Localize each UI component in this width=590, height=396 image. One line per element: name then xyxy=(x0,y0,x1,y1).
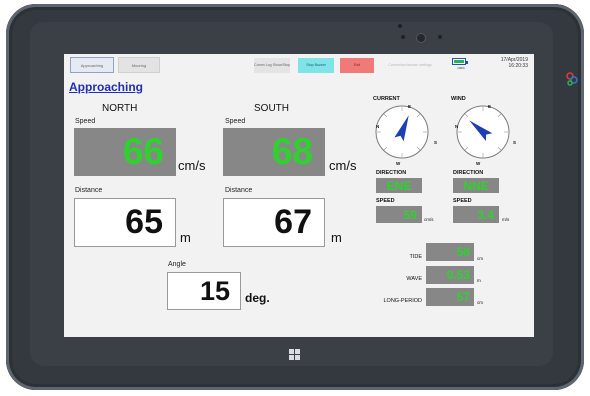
current-speed-value: 59 xyxy=(376,206,422,223)
current-title: CURRENT xyxy=(373,96,400,102)
north-distance-unit: m xyxy=(180,230,191,245)
wave-label: WAVE xyxy=(406,276,422,282)
wave-unit: m xyxy=(477,278,481,283)
sensor-icon xyxy=(438,35,442,39)
datetime: 17/Apr/2019 16:20:33 xyxy=(478,57,528,69)
tide-value: 58 xyxy=(426,243,474,261)
tide-unit: cm xyxy=(477,256,483,261)
comm-log-button[interactable]: Comm Log Show/Stop xyxy=(254,58,290,73)
north-title: NORTH xyxy=(102,103,138,114)
south-title: SOUTH xyxy=(254,103,289,114)
north-speed-label: Speed xyxy=(75,118,96,125)
wave-value: 0.53 xyxy=(426,266,474,284)
long-period-label: LONG-PERIOD xyxy=(383,298,422,304)
current-compass-e: E xyxy=(408,104,412,109)
battery-icon xyxy=(452,58,468,65)
wind-compass-n: N xyxy=(455,124,459,129)
time-text: 16:20:33 xyxy=(508,63,528,69)
tide-label: TIDE xyxy=(409,254,422,260)
current-direction-value: ENE xyxy=(376,178,422,193)
wind-speed-value: 3.4 xyxy=(453,206,499,223)
disabled-settings-button: Connection/stream settings xyxy=(388,63,432,68)
south-distance-label: Distance xyxy=(225,187,253,194)
colorful-logo-icon xyxy=(566,72,578,86)
wind-speed-unit: m/s xyxy=(502,217,510,222)
south-speed-value: 68 xyxy=(223,128,325,176)
camera-lens-icon xyxy=(416,33,426,43)
angle-unit: deg. xyxy=(245,291,270,305)
south-distance-unit: m xyxy=(331,230,342,245)
north-distance-label: Distance xyxy=(75,187,103,194)
current-compass-icon xyxy=(375,105,429,159)
angle-value: 15 xyxy=(167,272,241,310)
north-speed-unit: cm/s xyxy=(178,158,206,173)
wind-title: WIND xyxy=(451,96,466,102)
wind-compass-w: W xyxy=(476,161,481,166)
north-speed-value: 66 xyxy=(74,128,176,176)
stop-buzzer-button[interactable]: Stop Buzzer xyxy=(298,58,334,73)
south-speed-unit: cm/s xyxy=(329,158,357,173)
tab-mooring[interactable]: Mooring xyxy=(118,57,160,73)
current-direction-label: DIRECTION xyxy=(376,170,407,176)
current-speed-unit: cm/s xyxy=(424,217,434,222)
sensor-icon xyxy=(401,35,405,39)
exit-button[interactable]: Exit xyxy=(340,58,374,73)
current-compass-s: S xyxy=(434,140,438,145)
tab-approaching[interactable]: Approaching xyxy=(70,57,114,73)
current-speed-label: SPEED xyxy=(376,198,395,204)
south-distance-value: 67 xyxy=(223,198,325,247)
long-period-unit: cm xyxy=(477,300,483,305)
windows-logo-icon[interactable] xyxy=(289,349,300,360)
long-period-value: 57 xyxy=(426,288,474,306)
wind-compass-icon xyxy=(456,105,510,159)
south-speed-label: Speed xyxy=(225,118,246,125)
page-title: Approaching xyxy=(69,80,143,94)
battery-label: 100% xyxy=(457,66,465,70)
wind-speed-label: SPEED xyxy=(453,198,472,204)
wind-direction-value: NNE xyxy=(453,178,499,193)
wind-direction-label: DIRECTION xyxy=(453,170,484,176)
wind-compass-s: S xyxy=(513,140,517,145)
camera-icon xyxy=(398,24,402,28)
current-compass-w: W xyxy=(396,161,401,166)
app-screen: Approaching Mooring Comm Log Show/Stop S… xyxy=(64,54,534,337)
north-distance-value: 65 xyxy=(74,198,176,247)
wind-compass-e: E xyxy=(488,104,492,109)
angle-label: Angle xyxy=(168,261,186,268)
current-compass-n: N xyxy=(376,124,380,129)
